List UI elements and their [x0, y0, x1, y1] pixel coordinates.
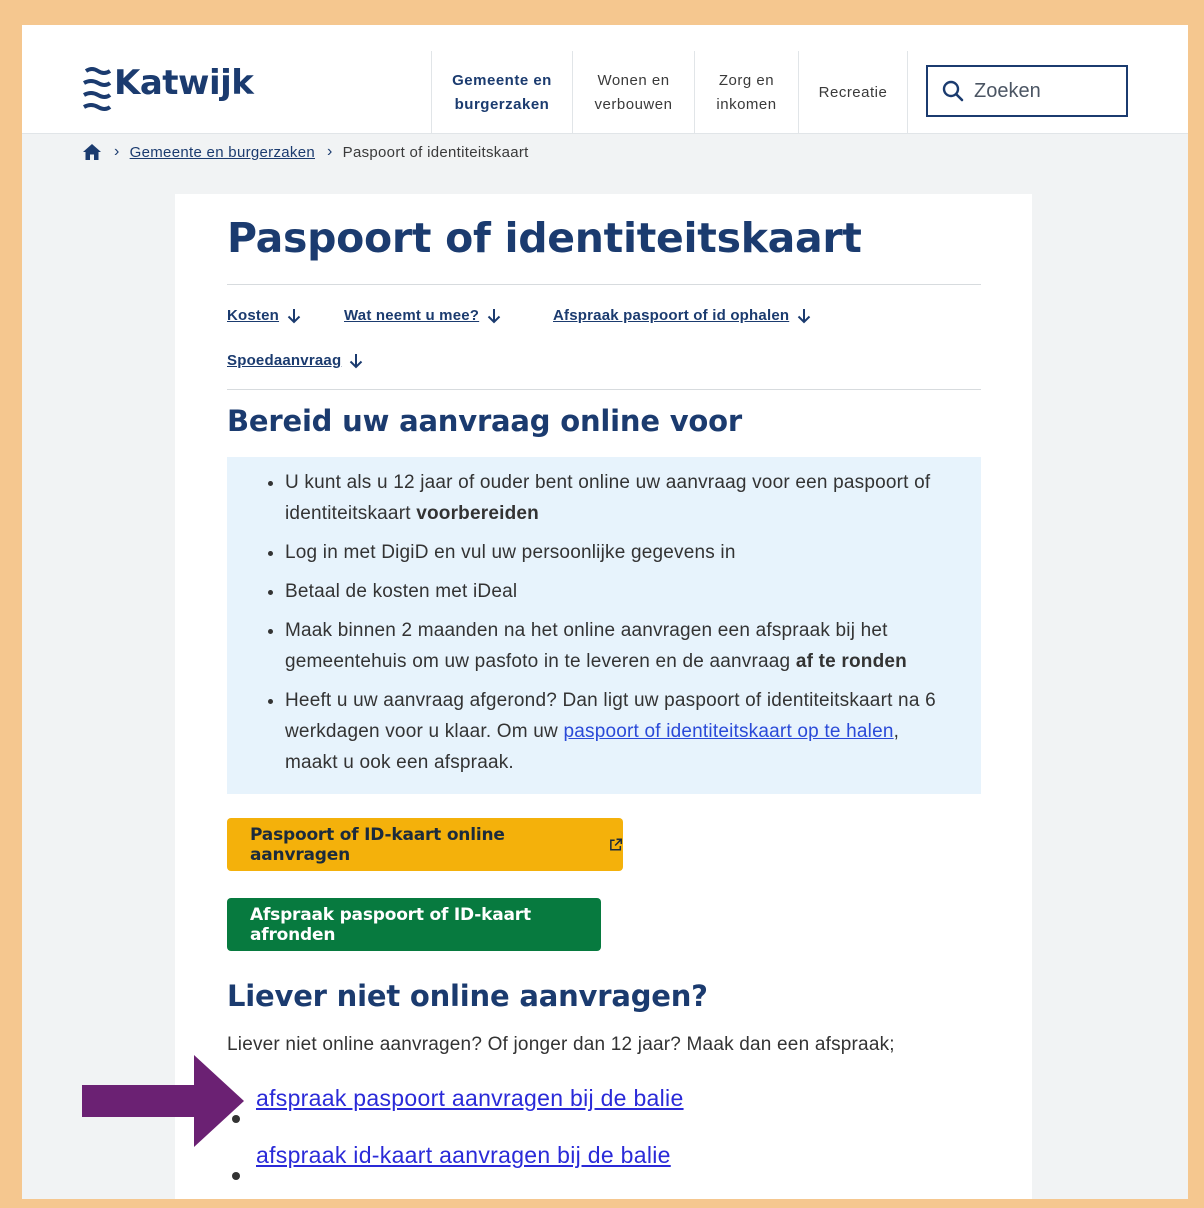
nav-label-line2: inkomen — [716, 95, 777, 113]
info-list: U kunt als u 12 jaar of ouder bent onlin… — [285, 467, 955, 786]
nav-label-line1: Wonen en — [597, 71, 670, 89]
chevron-right-icon: › — [327, 143, 333, 160]
search-button[interactable]: Zoeken — [926, 65, 1128, 117]
anchor-label: Wat neemt u mee? — [344, 307, 480, 324]
arrow-down-icon — [487, 308, 501, 323]
list-item-bold: af te ronden — [795, 651, 907, 672]
nav-item-recreatie[interactable]: Recreatie — [798, 51, 908, 134]
list-item: Betaal de kosten met iDeal — [285, 576, 955, 607]
content-card: Paspoort of identiteitskaart Kosten Wat … — [175, 194, 1032, 1199]
chevron-right-icon: › — [114, 143, 120, 160]
logo-text: Katwijk — [114, 63, 254, 103]
breadcrumb-link-gemeente[interactable]: Gemeente en burgerzaken — [130, 144, 315, 161]
link-afspraak-idkaart-balie[interactable]: afspraak id-kaart aanvragen bij de balie — [256, 1142, 671, 1169]
nav-item-zorg-en-inkomen[interactable]: Zorg en inkomen — [694, 51, 798, 134]
arrow-down-icon — [798, 308, 811, 323]
search-icon — [942, 80, 964, 102]
anchor-link-wat-neemt-u-mee[interactable]: Wat neemt u mee? — [344, 307, 501, 324]
list-item: Maak binnen 2 maanden na het online aanv… — [285, 615, 955, 677]
section-text: Liever niet online aanvragen? Of jonger … — [227, 1034, 895, 1055]
anchor-label: Kosten — [227, 307, 280, 324]
waves-logo-icon — [83, 67, 112, 111]
nav-item-gemeente-en-burgerzaken[interactable]: Gemeente en burgerzaken — [431, 51, 572, 134]
home-icon[interactable] — [82, 143, 102, 161]
anchor-label: Spoedaanvraag — [227, 352, 342, 369]
nav-label: Recreatie — [818, 83, 888, 101]
arrow-down-icon — [287, 308, 301, 323]
afspraak-afronden-button[interactable]: Afspraak paspoort of ID-kaart afronden — [227, 898, 601, 951]
list-item: Heeft u uw aanvraag afgerond? Dan ligt u… — [285, 685, 955, 778]
breadcrumb-current: Paspoort of identiteitskaart — [342, 143, 529, 161]
nav-item-wonen-en-verbouwen[interactable]: Wonen en verbouwen — [572, 51, 694, 134]
link-afspraak-paspoort-balie[interactable]: afspraak paspoort aanvragen bij de balie — [256, 1085, 684, 1112]
list-item-text: U kunt als u 12 jaar of ouder bent onlin… — [285, 472, 931, 524]
katwijk-logo[interactable]: Katwijk — [82, 63, 254, 123]
online-aanvragen-button[interactable]: Paspoort of ID-kaart online aanvragen — [227, 818, 623, 871]
anchor-label: Afspraak paspoort of id ophalen — [553, 307, 790, 324]
info-box: U kunt als u 12 jaar of ouder bent onlin… — [227, 457, 981, 794]
search-label: Zoeken — [974, 79, 1041, 102]
divider — [227, 389, 981, 390]
section-title-online: Bereid uw aanvraag online voor — [227, 404, 742, 438]
breadcrumb: › Gemeente en burgerzaken › Paspoort of … — [82, 143, 529, 161]
nav-label-line2: verbouwen — [594, 95, 673, 113]
nav-label-line1: Zorg en — [718, 71, 775, 89]
nav-label-line1: Gemeente en — [452, 71, 552, 89]
button-label: Afspraak paspoort of ID-kaart afronden — [250, 904, 531, 945]
section-title-niet-online: Liever niet online aanvragen? — [227, 979, 708, 1013]
list-item-text: Log in met DigiD en vul uw persoonlijke … — [285, 542, 736, 563]
arrow-down-icon — [350, 353, 363, 368]
external-link-icon — [609, 838, 622, 850]
bullet-dot — [232, 1172, 240, 1180]
list-item-bold: voorbereiden — [416, 503, 539, 524]
list-item: U kunt als u 12 jaar of ouder bent onlin… — [285, 467, 955, 529]
button-label: Paspoort of ID-kaart online aanvragen — [250, 824, 505, 865]
list-item-text: Betaal de kosten met iDeal — [285, 581, 518, 602]
annotation-arrow-icon — [82, 1055, 244, 1147]
page-title: Paspoort of identiteitskaart — [227, 214, 862, 262]
nav-label-line2: burgerzaken — [454, 95, 550, 113]
list-item: Log in met DigiD en vul uw persoonlijke … — [285, 537, 955, 568]
link-paspoort-ophalen[interactable]: paspoort of identiteitskaart op te halen — [563, 721, 893, 742]
anchor-link-afspraak-ophalen[interactable]: Afspraak paspoort of id ophalen — [553, 307, 811, 324]
screenshot-frame: Katwijk Gemeente en burgerzaken Wonen en v… — [22, 25, 1188, 1199]
anchor-link-spoedaanvraag[interactable]: Spoedaanvraag — [227, 352, 363, 369]
anchor-link-kosten[interactable]: Kosten — [227, 307, 301, 324]
site-header: Katwijk Gemeente en burgerzaken Wonen en v… — [22, 25, 1188, 134]
divider — [227, 284, 981, 285]
main-nav: Gemeente en burgerzaken Wonen en verbouwen… — [431, 51, 908, 134]
